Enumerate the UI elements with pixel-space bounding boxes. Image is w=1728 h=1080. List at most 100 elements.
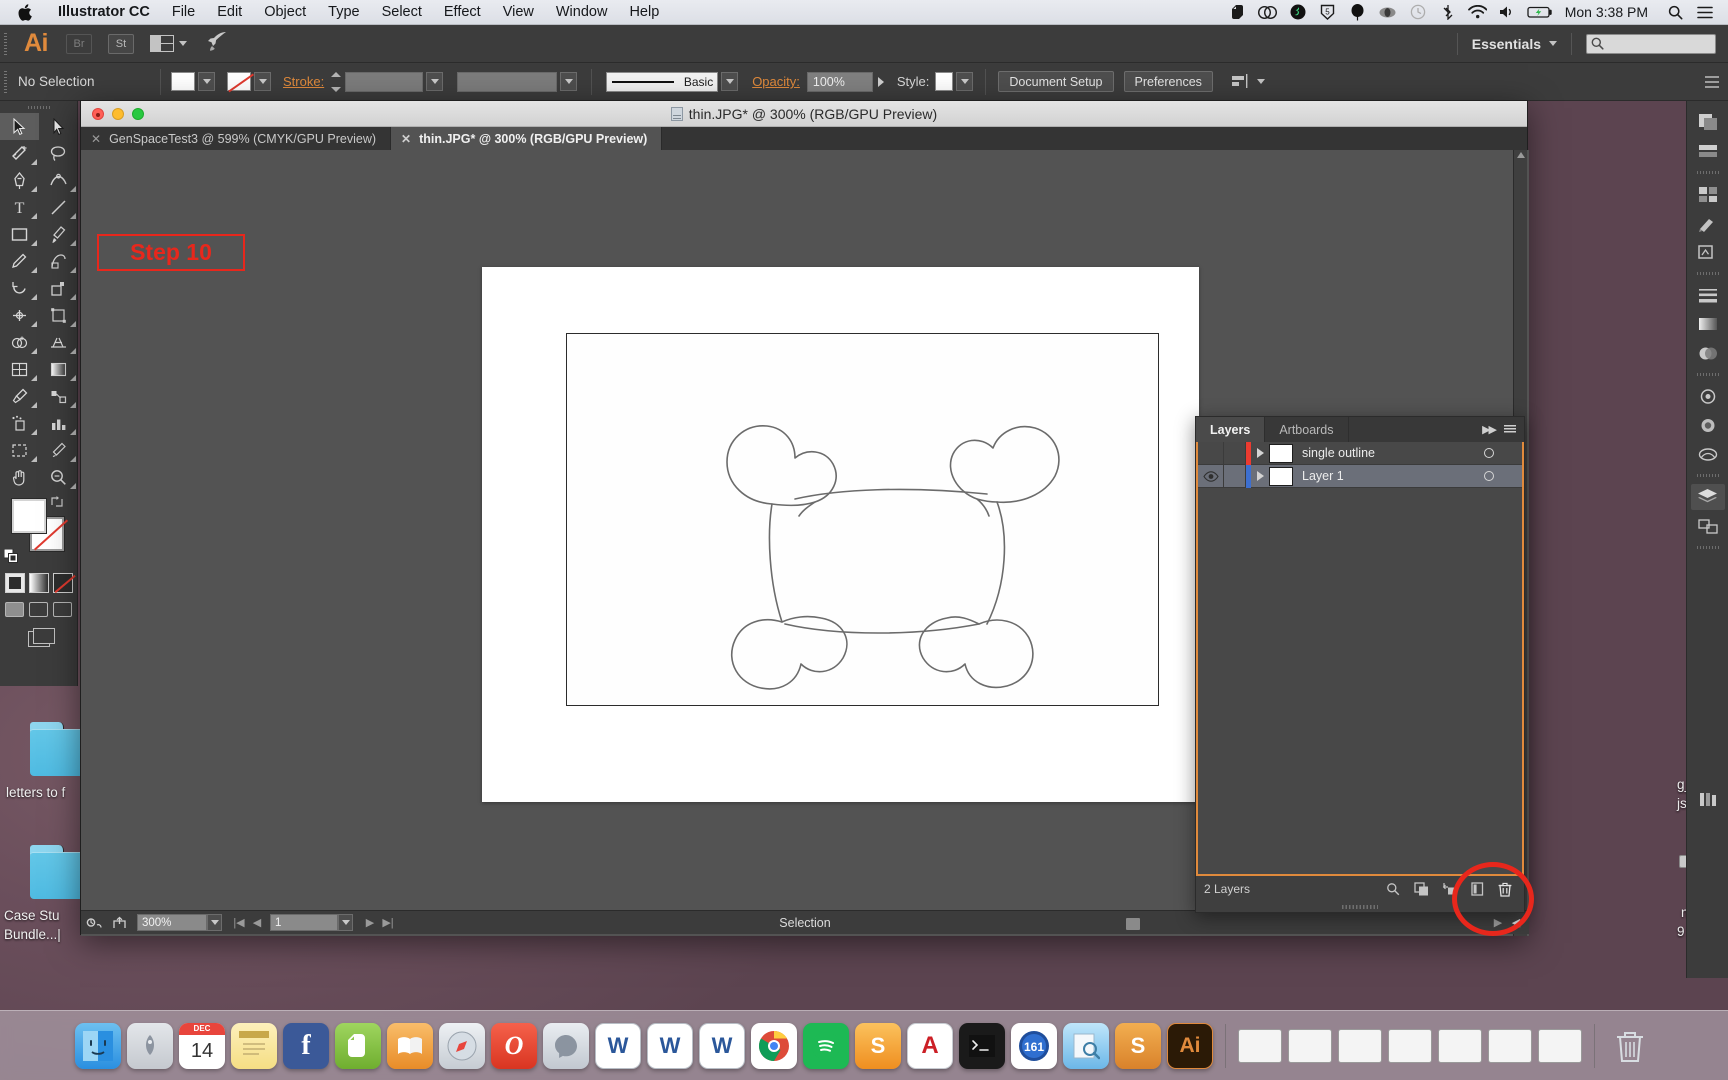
- menu-item-help[interactable]: Help: [618, 4, 670, 20]
- color-guide-icon[interactable]: [1691, 138, 1725, 164]
- color-panel-icon[interactable]: [1691, 109, 1725, 135]
- eyedropper-tool[interactable]: [0, 383, 39, 410]
- color-mode-button[interactable]: [5, 573, 25, 593]
- word-icon-2[interactable]: W: [647, 1023, 693, 1069]
- launchpad-icon[interactable]: [127, 1023, 173, 1069]
- facebook-icon[interactable]: f: [283, 1023, 329, 1069]
- artboard-tool[interactable]: [0, 437, 39, 464]
- toolbox-grip[interactable]: [0, 101, 77, 113]
- preferences-button[interactable]: Preferences: [1124, 71, 1213, 92]
- minimized-window-7[interactable]: [1538, 1029, 1582, 1063]
- stroke-profile-dropdown[interactable]: [560, 72, 577, 91]
- illustrator-icon[interactable]: Ai: [1167, 1023, 1213, 1069]
- draw-normal-button[interactable]: [5, 602, 24, 617]
- share-icon[interactable]: [107, 916, 133, 930]
- search-icon[interactable]: [1660, 0, 1690, 25]
- adobe-acrobat-icon[interactable]: A: [907, 1023, 953, 1069]
- zoom-tool[interactable]: [39, 464, 78, 491]
- layer-expand-toggle[interactable]: [1251, 471, 1269, 481]
- controlbar-grip[interactable]: [0, 63, 10, 101]
- panel-menu-icon[interactable]: [1504, 425, 1516, 434]
- perspective-grid-tool[interactable]: [39, 329, 78, 356]
- document-tab-genspacetest3[interactable]: ✕ GenSpaceTest3 @ 599% (CMYK/GPU Preview…: [81, 127, 391, 150]
- menu-app-name[interactable]: Illustrator CC: [47, 4, 161, 20]
- volume-icon[interactable]: [1493, 0, 1523, 25]
- opacity-label[interactable]: Opacity:: [752, 74, 800, 89]
- mesh-tool[interactable]: [0, 356, 39, 383]
- stroke-dropdown-button[interactable]: [254, 72, 271, 91]
- word-icon[interactable]: W: [595, 1023, 641, 1069]
- workspace-switcher[interactable]: Essentials: [1472, 36, 1557, 52]
- appearance-panel-icon[interactable]: [1691, 383, 1725, 409]
- panel-menu-icon[interactable]: [1704, 75, 1720, 89]
- type-tool[interactable]: T: [0, 194, 39, 221]
- layer-target-button[interactable]: [1472, 471, 1506, 481]
- paintbrush-tool[interactable]: [39, 221, 78, 248]
- brush-definition-preview[interactable]: Basic: [606, 72, 718, 92]
- rocket-icon[interactable]: [205, 30, 229, 57]
- terminal-icon[interactable]: [959, 1023, 1005, 1069]
- transparency-panel-icon[interactable]: [1691, 340, 1725, 366]
- minimized-window-3[interactable]: [1338, 1029, 1382, 1063]
- list-icon[interactable]: [1690, 0, 1720, 25]
- preflight-icon[interactable]: [81, 916, 107, 930]
- arrange-documents-button[interactable]: [150, 35, 187, 52]
- free-transform-tool[interactable]: [39, 302, 78, 329]
- stroke-label[interactable]: Stroke:: [283, 74, 324, 89]
- creative-cloud-icon[interactable]: [1253, 0, 1283, 25]
- hand-tool[interactable]: [0, 464, 39, 491]
- shape-builder-tool[interactable]: [0, 329, 39, 356]
- stroke-weight-stepper[interactable]: [331, 72, 343, 92]
- minimized-window-2[interactable]: [1288, 1029, 1332, 1063]
- opera-icon[interactable]: O: [491, 1023, 537, 1069]
- artboards-panel-icon[interactable]: [1691, 513, 1725, 539]
- fill-color-indicator[interactable]: [12, 499, 46, 533]
- close-icon[interactable]: ✕: [91, 132, 101, 146]
- word-icon-3[interactable]: W: [699, 1023, 745, 1069]
- finder-icon[interactable]: [75, 1023, 121, 1069]
- calendar-icon[interactable]: DEC 14: [179, 1023, 225, 1069]
- swap-fill-stroke-icon[interactable]: [50, 495, 64, 509]
- brushes-panel-icon[interactable]: [1691, 210, 1725, 236]
- curvature-tool[interactable]: [39, 167, 78, 194]
- first-artboard-button[interactable]: |◀: [230, 916, 248, 929]
- document-setup-button[interactable]: Document Setup: [998, 71, 1113, 92]
- sketch-icon[interactable]: S: [855, 1023, 901, 1069]
- table-row[interactable]: Layer 1: [1198, 465, 1522, 488]
- change-screen-mode-button[interactable]: [0, 631, 77, 647]
- fill-color-swatch[interactable]: [171, 72, 195, 91]
- minimized-window-1[interactable]: [1238, 1029, 1282, 1063]
- minimized-window-6[interactable]: [1488, 1029, 1532, 1063]
- layer-name[interactable]: Layer 1: [1302, 469, 1472, 483]
- close-icon[interactable]: ✕: [401, 132, 411, 146]
- stroke-color-swatch[interactable]: [227, 72, 251, 91]
- 161-icon[interactable]: 161: [1011, 1023, 1057, 1069]
- tab-layers[interactable]: Layers: [1196, 417, 1265, 442]
- menu-item-type[interactable]: Type: [317, 4, 370, 20]
- symbol-sprayer-tool[interactable]: [0, 410, 39, 437]
- minimize-button[interactable]: [112, 108, 124, 120]
- close-button[interactable]: [92, 108, 104, 120]
- menu-item-select[interactable]: Select: [371, 4, 433, 20]
- layer-target-button[interactable]: [1472, 448, 1506, 458]
- swatches-panel-icon[interactable]: [1691, 181, 1725, 207]
- opacity-options-button[interactable]: [873, 72, 889, 92]
- graphic-styles-panel-icon[interactable]: [1691, 412, 1725, 438]
- menu-item-view[interactable]: View: [492, 4, 545, 20]
- shield-5-icon[interactable]: 5: [1313, 0, 1343, 25]
- minimized-window-5[interactable]: [1438, 1029, 1482, 1063]
- line-segment-tool[interactable]: [39, 194, 78, 221]
- layer-lock-toggle[interactable]: [1224, 442, 1246, 465]
- pencil-tool[interactable]: [0, 248, 39, 275]
- symbols-panel-icon[interactable]: [1691, 239, 1725, 265]
- make-clipping-mask-icon[interactable]: [1408, 878, 1434, 900]
- menu-item-file[interactable]: File: [161, 4, 206, 20]
- battery-charging-icon[interactable]: [1523, 0, 1559, 25]
- pen-tool[interactable]: [0, 167, 39, 194]
- previous-artboard-button[interactable]: ◀: [248, 916, 266, 929]
- time-machine-icon[interactable]: [1403, 0, 1433, 25]
- balloon-icon[interactable]: [1343, 0, 1373, 25]
- last-artboard-button[interactable]: ▶|: [379, 916, 397, 929]
- search-input[interactable]: [1586, 34, 1716, 54]
- spotify-green-icon[interactable]: [1283, 0, 1313, 25]
